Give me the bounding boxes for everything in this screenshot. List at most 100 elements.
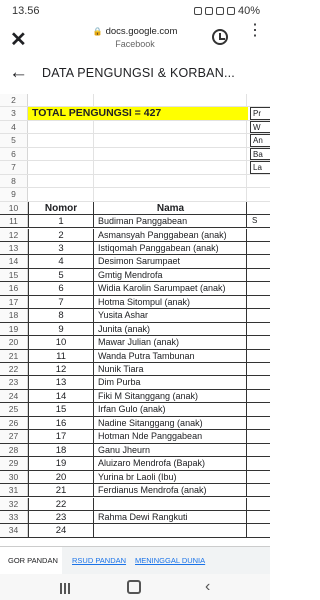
row-number[interactable]: 22: [0, 363, 28, 376]
cell-nomor[interactable]: 12: [28, 363, 94, 376]
sheet-row[interactable]: 2: [0, 94, 270, 108]
cell-side[interactable]: [248, 336, 270, 348]
cell-side[interactable]: [248, 524, 270, 536]
sheet-row[interactable]: 14 4 Desimon Sarumpaet: [0, 255, 270, 269]
row-number[interactable]: 8: [0, 174, 28, 188]
row-number[interactable]: 15: [0, 268, 28, 282]
side-cell-text[interactable]: S: [250, 215, 270, 227]
cell-nomor[interactable]: 3: [28, 241, 94, 255]
cell-nama[interactable]: Rahma Dewi Rangkuti: [95, 510, 247, 524]
cell-nama[interactable]: [95, 174, 247, 188]
row-number[interactable]: 24: [0, 389, 28, 403]
cell-nama[interactable]: [95, 94, 247, 107]
sheet-row[interactable]: 11 1 Budiman Panggabean S: [0, 215, 270, 229]
sheet-row[interactable]: 29 19 Aluizaro Mendrofa (Bapak): [0, 457, 270, 471]
cell-nomor[interactable]: 22: [28, 497, 94, 510]
cell-side[interactable]: [248, 188, 270, 200]
cell-nama[interactable]: [95, 524, 247, 537]
row-number[interactable]: 13: [0, 241, 28, 255]
cell-nomor[interactable]: 9: [28, 322, 94, 336]
cell-side[interactable]: [248, 229, 270, 241]
sheet-row[interactable]: 34 24: [0, 524, 270, 538]
sheet-row[interactable]: 31 21 Ferdianus Mendrofa (anak): [0, 484, 270, 498]
row-number[interactable]: 20: [0, 336, 28, 349]
row-number[interactable]: 12: [0, 228, 28, 241]
cell-nomor[interactable]: 18: [28, 443, 94, 457]
home-icon[interactable]: [127, 580, 141, 594]
url-display[interactable]: 🔒 docs.google.com Facebook: [0, 26, 270, 49]
sheet-row[interactable]: 32 22: [0, 497, 270, 511]
cell-side[interactable]: [248, 484, 270, 496]
cell-side[interactable]: [248, 403, 270, 415]
cell-nama[interactable]: Nadine Sitanggang (anak): [95, 416, 247, 430]
sheet-row[interactable]: 27 17 Hotman Nde Panggabean: [0, 430, 270, 444]
cell-nomor[interactable]: 10: [28, 336, 94, 349]
more-options-icon[interactable]: ⋮: [247, 23, 263, 39]
sheet-row[interactable]: 3 TOTAL PENGUNGSI = 427 Pr: [0, 107, 270, 121]
cell-nomor[interactable]: 4: [28, 255, 94, 268]
cell-nama[interactable]: Budiman Panggabean: [95, 215, 247, 228]
sheet-row[interactable]: 4W: [0, 120, 270, 135]
cell-nama[interactable]: Gmtig Mendrofa: [95, 268, 247, 282]
cell-nama[interactable]: Istiqomah Panggabean (anak): [95, 241, 247, 255]
cell-side[interactable]: [248, 282, 270, 294]
cell-side[interactable]: [248, 175, 270, 187]
cell-nama[interactable]: Aluizaro Mendrofa (Bapak): [95, 457, 247, 470]
sheet-row[interactable]: 33 23 Rahma Dewi Rangkuti: [0, 510, 270, 525]
row-number[interactable]: 11: [0, 215, 28, 228]
sheet-row[interactable]: 17 7 Hotma Sitompul (anak): [0, 295, 270, 310]
cell-nomor[interactable]: 15: [28, 403, 94, 416]
cell-nomor[interactable]: 20: [28, 470, 94, 484]
cell-nama[interactable]: Asmansyah Panggabean (anak): [95, 228, 247, 241]
cell-side[interactable]: [248, 363, 270, 375]
cell-nomor[interactable]: 1: [28, 215, 94, 228]
sheet-row[interactable]: 12 2 Asmansyah Panggabean (anak): [0, 228, 270, 242]
sheet-row[interactable]: 21 11 Wanda Putra Tambunan: [0, 349, 270, 363]
cell-nomor[interactable]: 13: [28, 376, 94, 389]
back-arrow-icon[interactable]: ←: [9, 62, 28, 84]
row-number[interactable]: 23: [0, 376, 28, 389]
recents-icon[interactable]: [60, 581, 72, 594]
row-number[interactable]: 26: [0, 416, 28, 430]
cell-nomor[interactable]: 19: [28, 457, 94, 470]
side-cell-text[interactable]: W: [250, 120, 270, 134]
tab-meninggal-dunia[interactable]: MENINGGAL DUNIA: [135, 556, 205, 565]
cell-nama[interactable]: Wanda Putra Tambunan: [95, 349, 247, 362]
cell-nama[interactable]: Hotma Sitompul (anak): [95, 295, 247, 309]
tab-gor-pandan[interactable]: GOR PANDAN: [8, 556, 58, 565]
row-number[interactable]: 28: [0, 443, 28, 457]
cell-nomor[interactable]: 16: [28, 416, 94, 430]
cell-nama[interactable]: Hotman Nde Panggabean: [95, 430, 247, 443]
sheet-row[interactable]: 22 12 Nunik Tiara: [0, 363, 270, 377]
side-cell-text[interactable]: An: [250, 134, 270, 147]
sheet-row[interactable]: 8: [0, 174, 270, 189]
row-number[interactable]: 5: [0, 134, 28, 147]
history-icon[interactable]: [212, 29, 228, 45]
sheet-row[interactable]: 20 10 Mawar Julian (anak): [0, 336, 270, 350]
cell-side[interactable]: [248, 390, 270, 402]
cell-nama[interactable]: Yurina br Laoli (Ibu): [95, 470, 247, 484]
side-cell-text[interactable]: Pr: [250, 107, 270, 120]
cell-nama[interactable]: Yusita Ashar: [95, 309, 247, 322]
side-cell-text[interactable]: La: [250, 161, 270, 174]
row-number[interactable]: 10: [0, 201, 28, 215]
cell-nama[interactable]: [95, 188, 247, 201]
sheet-row[interactable]: 6 Ba: [0, 147, 270, 162]
cell-side[interactable]: [248, 296, 270, 308]
side-cell-text[interactable]: Ba: [250, 147, 270, 161]
cell-side[interactable]: [248, 457, 270, 469]
row-number[interactable]: 29: [0, 457, 28, 470]
row-number[interactable]: 4: [0, 120, 28, 134]
row-number[interactable]: 6: [0, 147, 28, 161]
nav-back-icon[interactable]: ‹: [205, 578, 210, 596]
row-number[interactable]: 16: [0, 282, 28, 295]
cell-side[interactable]: [248, 269, 270, 281]
cell-nama[interactable]: Ferdianus Mendrofa (anak): [95, 484, 247, 497]
row-number[interactable]: 21: [0, 349, 28, 362]
cell-nama[interactable]: Nama: [95, 201, 247, 215]
cell-nomor[interactable]: 6: [28, 282, 94, 295]
cell-nomor[interactable]: [28, 94, 94, 107]
row-number[interactable]: 30: [0, 470, 28, 484]
cell-nomor[interactable]: 8: [28, 309, 94, 322]
cell-side[interactable]: [248, 350, 270, 362]
